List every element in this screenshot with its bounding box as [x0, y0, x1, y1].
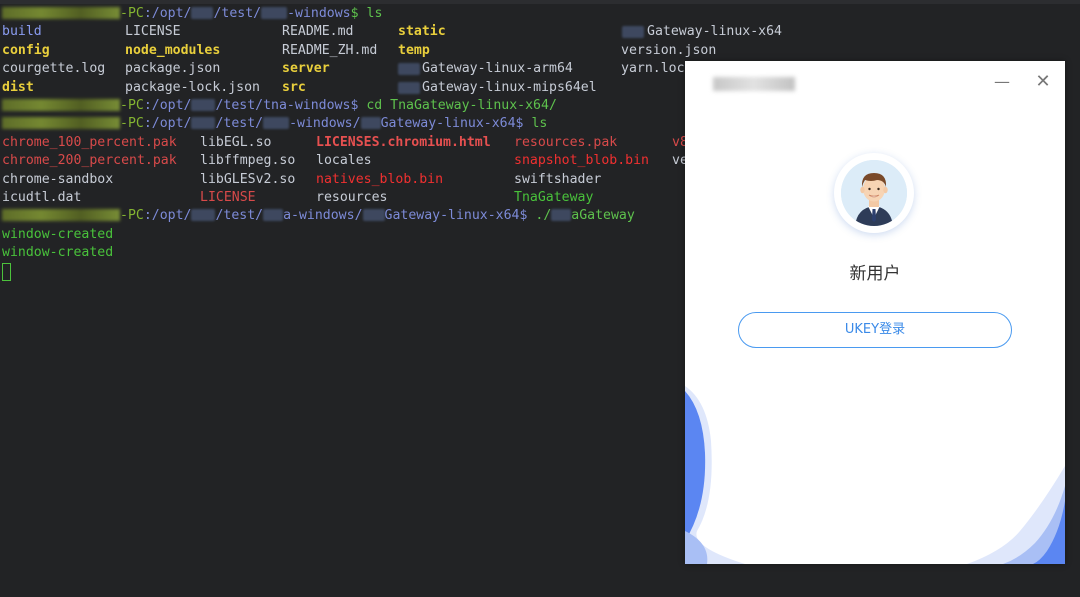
- redacted-text: [263, 117, 290, 130]
- decorative-waves: [685, 386, 1065, 564]
- redacted-text: [362, 209, 385, 222]
- redacted-text: [191, 98, 216, 111]
- file-name: config: [2, 42, 50, 58]
- file-name: yarn.loc: [621, 61, 685, 77]
- prompt-path: /test/tna-windows$: [215, 97, 367, 113]
- prompt-path: /test/: [213, 6, 262, 21]
- prompt-path: :/opt/: [143, 6, 192, 21]
- redacted-text: [551, 209, 572, 222]
- file-name: LICENSE: [200, 189, 256, 205]
- prompt-path: -windows: [287, 6, 351, 21]
- prompt-command: ./: [535, 208, 552, 224]
- prompt-host: -PC: [120, 6, 144, 21]
- redacted-username: [2, 7, 120, 19]
- prompt-path: :/opt/: [143, 97, 192, 113]
- prompt-command: aGateway: [571, 208, 635, 224]
- file-name: node_modules: [125, 42, 221, 58]
- file-name: version.json: [621, 42, 717, 58]
- file-name: package-lock.json: [125, 79, 260, 95]
- file-name: libGLESv2.so: [200, 171, 296, 187]
- output-text: window-created: [2, 245, 114, 261]
- prompt-host: -PC: [120, 116, 144, 132]
- prompt-path: :/opt/: [143, 208, 192, 224]
- redacted-text: [191, 7, 214, 19]
- prompt-host: -PC: [120, 208, 144, 224]
- file-name: resources.pak: [514, 134, 618, 150]
- login-dialog: — ✕ 新用户 UKEY登录: [685, 61, 1065, 564]
- redacted-text: [398, 63, 420, 76]
- prompt-path: Gateway-linux-x64$: [384, 208, 536, 224]
- redacted-text: [191, 117, 216, 130]
- redacted-username: [2, 209, 120, 222]
- file-name: LICENSES.chromium.html: [316, 134, 491, 150]
- redacted-text: [622, 26, 644, 39]
- output-text: window-created: [2, 226, 114, 242]
- file-name: dist: [2, 79, 34, 95]
- file-name: TnaGateway: [514, 189, 594, 205]
- terminal-line: config node_modules README_ZH.md temp versio…: [2, 42, 1080, 60]
- file-name: chrome_100_percent.pak: [2, 134, 177, 150]
- prompt-command: $ ls: [350, 6, 383, 21]
- file-name: resources: [316, 189, 388, 205]
- file-name: icudtl.dat: [2, 189, 82, 205]
- file-name: src: [282, 79, 306, 95]
- prompt-command: ls: [531, 116, 548, 132]
- prompt-host: -PC: [120, 97, 144, 113]
- file-name: libffmpeg.so: [200, 153, 296, 169]
- file-name: courgette.log: [2, 61, 106, 77]
- prompt-path: Gateway-linux-x64$: [380, 116, 532, 132]
- file-name: README.md: [282, 24, 354, 40]
- terminal-line: build LICENSE README.md static Gateway-linux…: [2, 23, 1080, 41]
- file-name: package.json: [125, 61, 221, 77]
- redacted-text: [398, 81, 420, 94]
- file-name: libEGL.so: [200, 134, 272, 150]
- file-name: natives_blob.bin: [316, 171, 444, 187]
- terminal-line: -PC:/opt/ /test/ -windows$ ls: [2, 5, 1080, 23]
- prompt-path: :/opt/: [143, 116, 192, 132]
- file-name: temp: [398, 42, 430, 58]
- prompt-path: /test/: [215, 116, 264, 132]
- file-name: static: [398, 24, 446, 40]
- terminal-cursor: [2, 263, 11, 282]
- redacted-text: [191, 209, 216, 222]
- file-name: chrome_200_percent.pak: [2, 153, 177, 169]
- prompt-path: /test/: [215, 208, 264, 224]
- file-name: build: [2, 24, 42, 40]
- file-name: chrome-sandbox: [2, 171, 114, 187]
- file-name: Gateway-linux-arm64: [422, 61, 573, 77]
- file-name: Gateway-linux-x64: [647, 24, 782, 40]
- redacted-text: [261, 7, 288, 19]
- file-name: swiftshader: [514, 171, 602, 187]
- file-name: server: [282, 61, 330, 77]
- file-name: LICENSE: [125, 24, 181, 40]
- file-name: README_ZH.md: [282, 42, 378, 58]
- redacted-text: [263, 209, 284, 222]
- file-name: Gateway-linux-mips64el: [422, 79, 597, 95]
- file-name: locales: [316, 153, 372, 169]
- terminal-top-border: [0, 0, 1080, 4]
- file-name: snapshot_blob.bin: [514, 153, 649, 169]
- redacted-username: [2, 98, 120, 111]
- prompt-command: cd TnaGateway-linux-x64/: [366, 97, 557, 113]
- redacted-text: [360, 117, 381, 130]
- redacted-username: [2, 117, 120, 130]
- prompt-path: a-windows/: [283, 208, 363, 224]
- prompt-path: -windows/: [289, 116, 361, 132]
